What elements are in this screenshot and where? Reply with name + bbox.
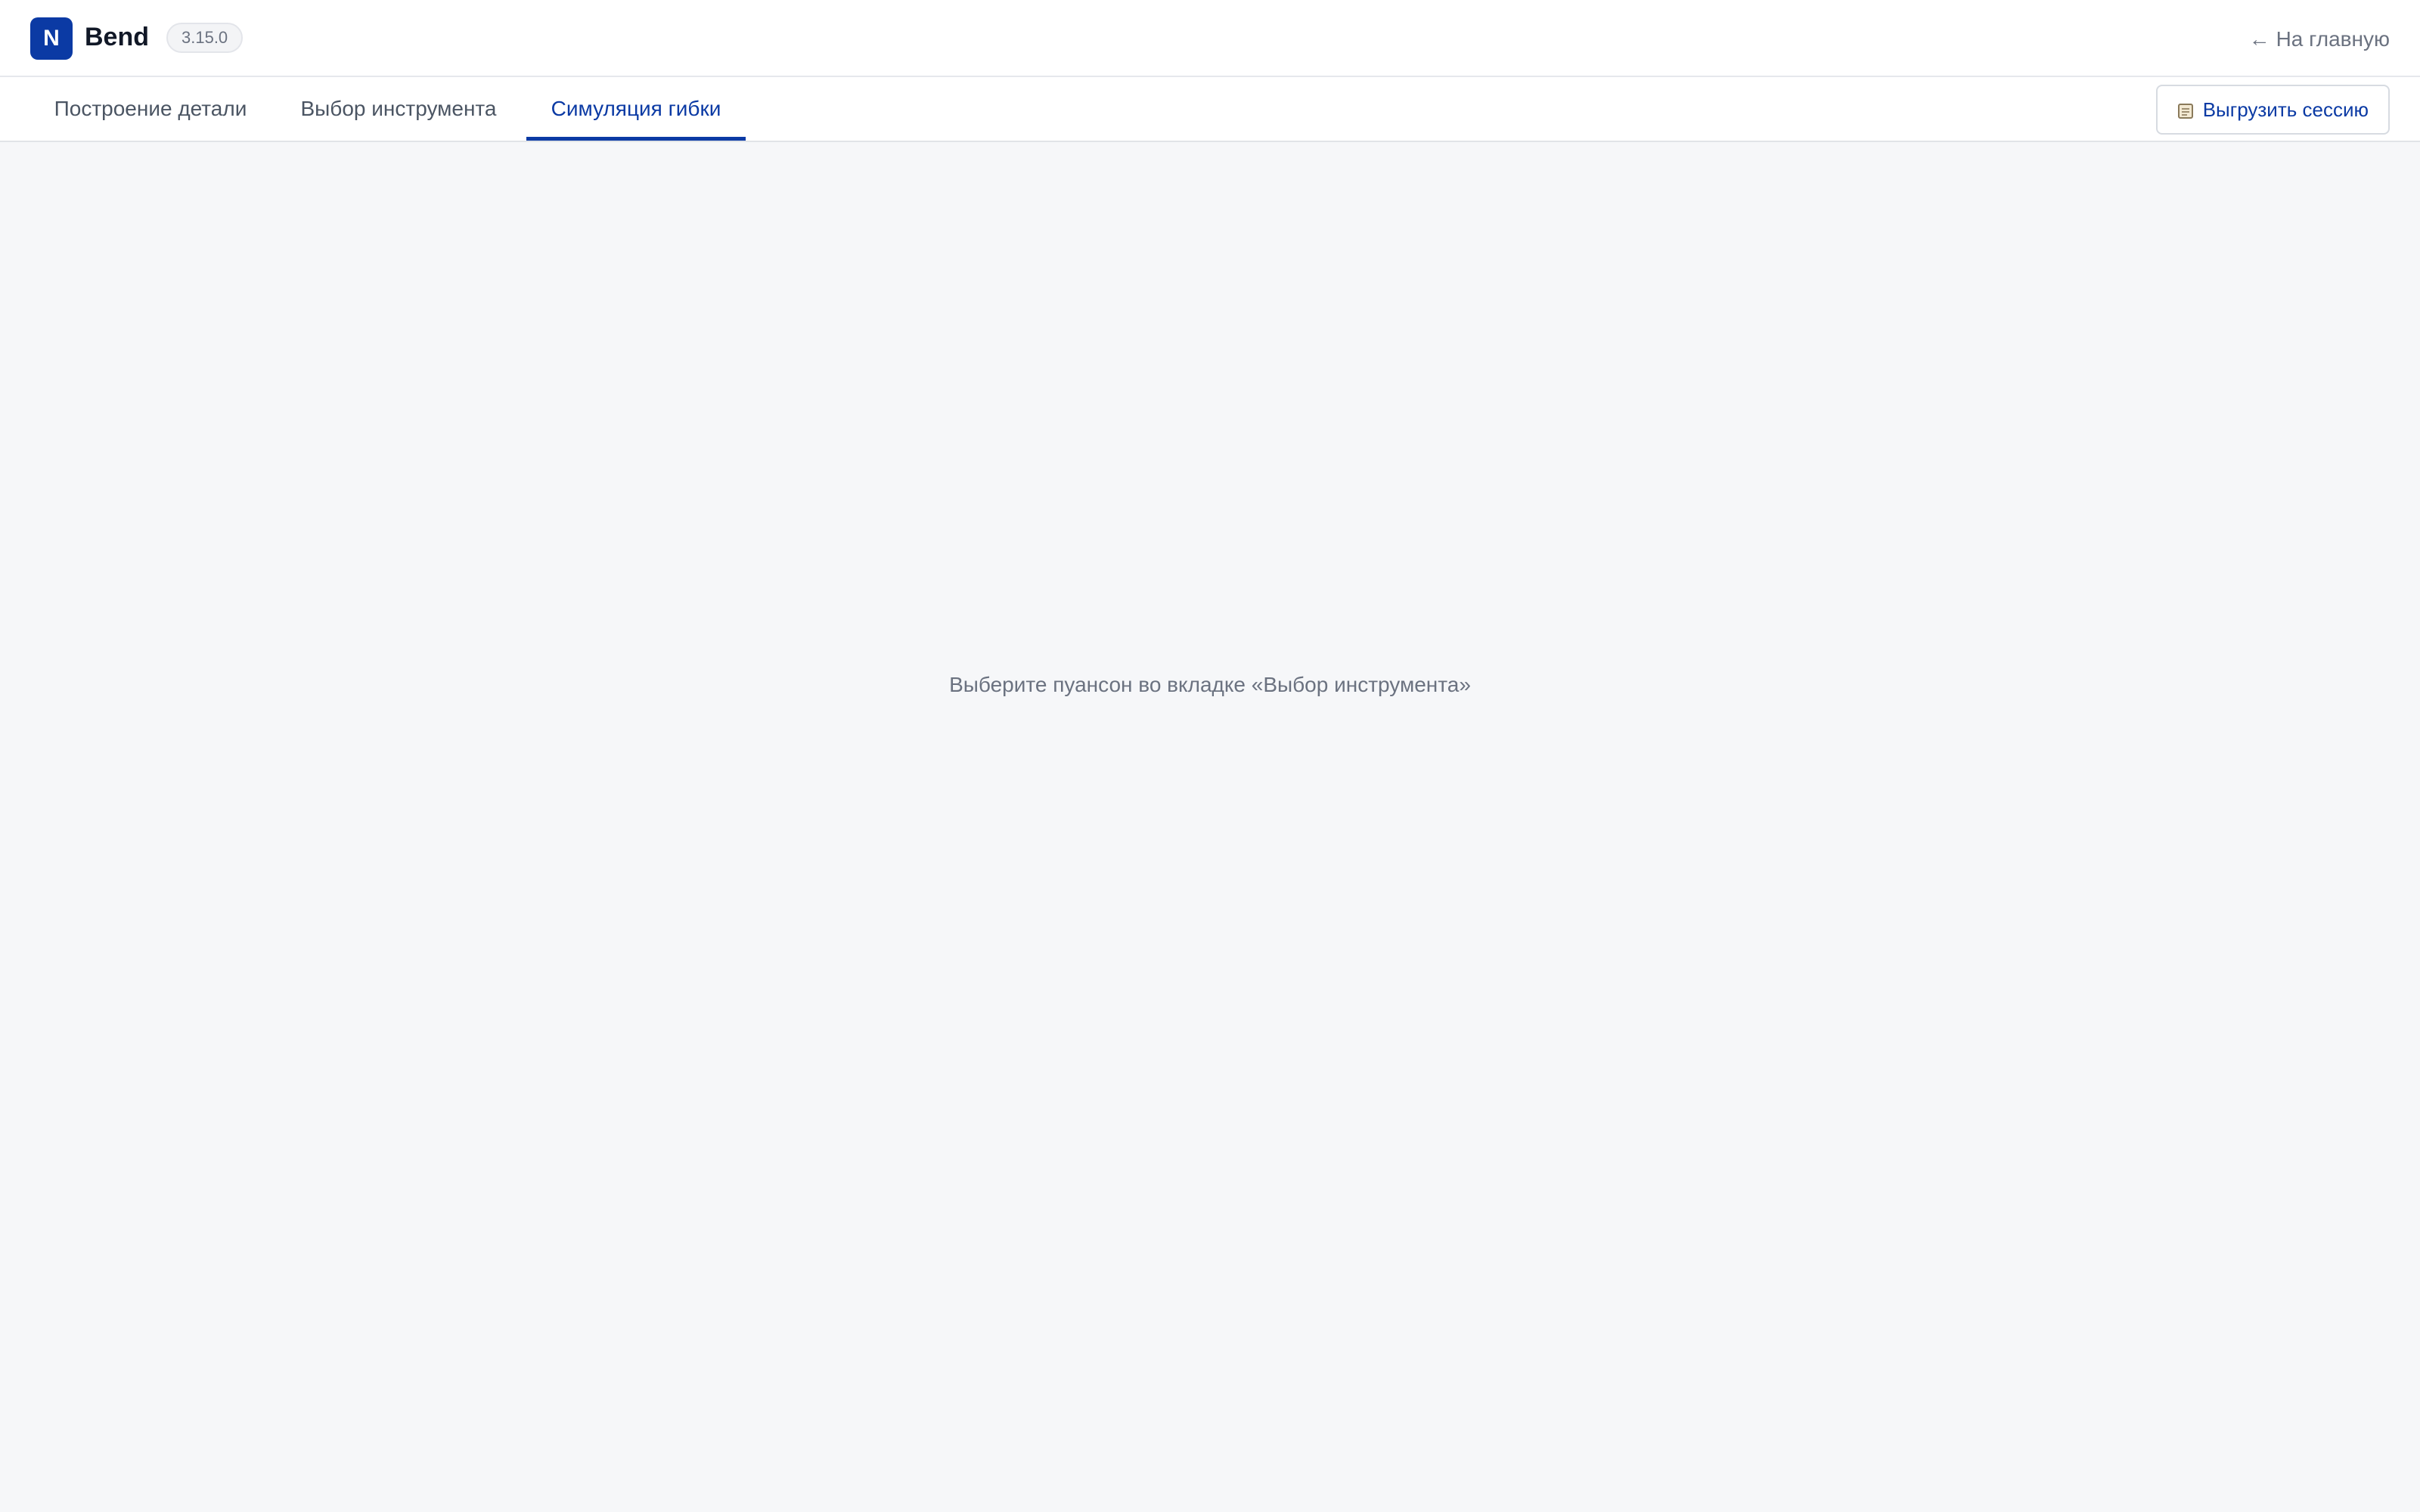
simulation-workspace [0,142,2420,1512]
export-session-label: Выгрузить сессию [2202,98,2369,121]
app-logo: N [30,17,73,60]
empty-state-message: Выберите пуансон во вкладке «Выбор инстр… [949,673,1471,696]
version-badge: 3.15.0 [166,23,244,53]
home-link[interactable]: ← На главную [2249,24,2390,54]
app-title: Bend [85,23,149,51]
top-header: N Bend 3.15.0 ← На главную [0,0,2420,77]
arrow-left-icon: ← [2248,27,2270,51]
tab-bend-simulation[interactable]: Симуляция гибки [526,77,746,141]
tab-tool-selection[interactable]: Выбор инструмента [271,77,526,141]
home-link-label: На главную [2276,27,2390,51]
export-session-button[interactable]: Выгрузить сессию [2155,85,2390,135]
tab-bar: Построение детали Выбор инструмента Симу… [0,77,2420,142]
tab-part-construction[interactable]: Построение детали [30,77,271,141]
document-icon [2177,101,2194,119]
